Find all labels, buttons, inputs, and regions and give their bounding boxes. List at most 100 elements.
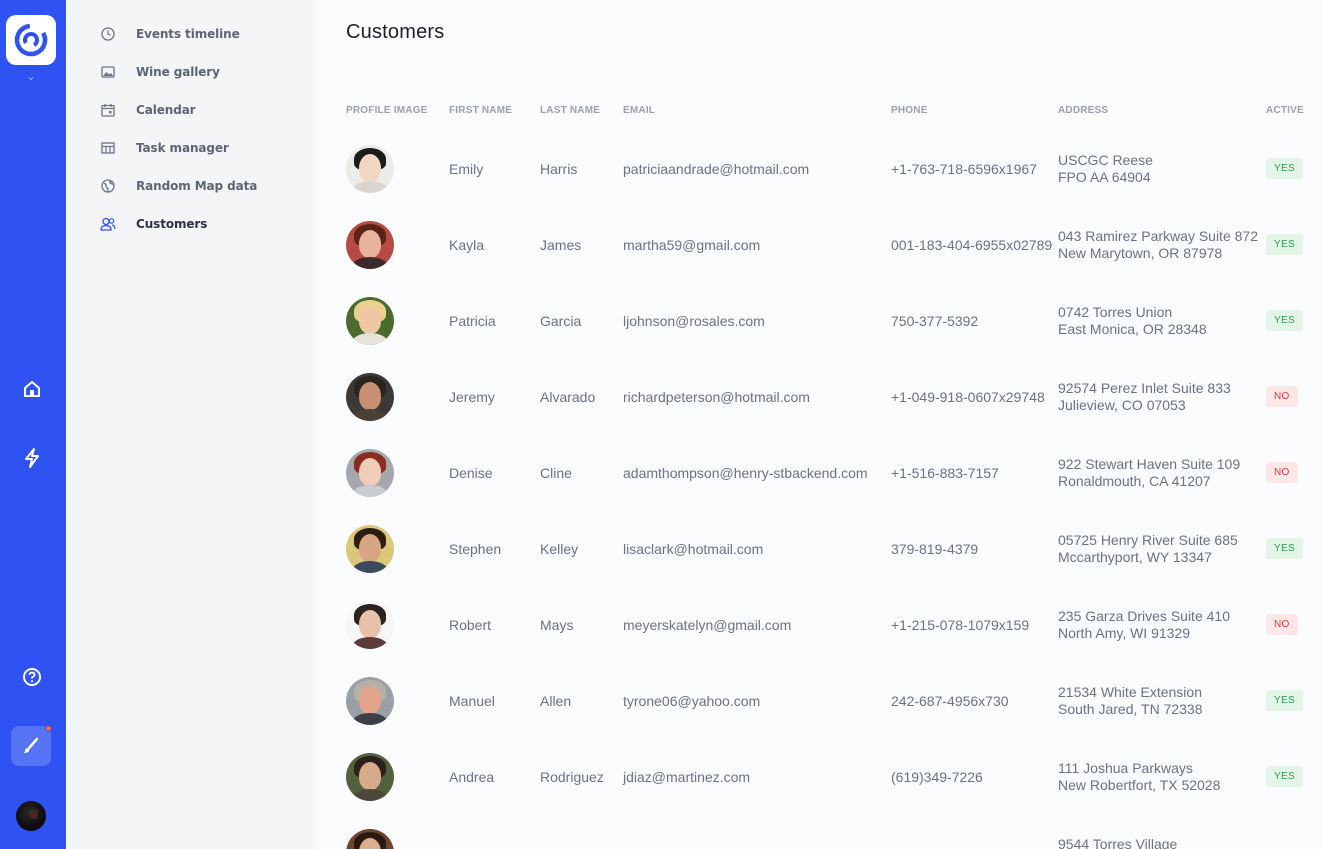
bolt-icon[interactable] — [16, 442, 48, 474]
nav-panel: Events timeline Wine gallery Calendar Ta… — [66, 0, 316, 849]
email-cell: richardpeterson@hotmail.com — [623, 389, 810, 405]
phone-cell: +1-049-918-0607x29748 — [891, 389, 1045, 405]
app-rail: ⌄ — [0, 0, 66, 849]
address-cell: 21534 White Extension South Jared, TN 723… — [1058, 684, 1203, 718]
table-row[interactable]: Patricia Garcia ljohnson@rosales.com 750-37… — [316, 283, 1322, 359]
nav-item-label: Task manager — [136, 141, 229, 155]
address-cell: 0742 Torres Union East Monica, OR 28348 — [1058, 304, 1207, 338]
email-cell: jdiaz@martinez.com — [623, 769, 751, 785]
status-badge: YES — [1266, 690, 1303, 711]
nav-item-random-map-data[interactable]: Random Map data — [100, 175, 257, 197]
address-line-1: 05725 Henry River Suite 685 — [1058, 532, 1238, 548]
profile-image — [346, 677, 394, 725]
email-cell: tyrone06@yahoo.com — [623, 693, 761, 709]
nav-item-events-timeline[interactable]: Events timeline — [100, 23, 240, 45]
address-line-1: 0742 Torres Union — [1058, 304, 1173, 320]
table-row[interactable]: Denise Cline adamthompson@henry-stbackend.… — [316, 435, 1322, 511]
last-name-cell: Harris — [540, 161, 578, 177]
address-line-2: Mccarthyport, WY 13347 — [1058, 549, 1212, 565]
first-name-cell: Denise — [449, 465, 493, 481]
nav-item-wine-gallery[interactable]: Wine gallery — [100, 61, 220, 83]
address-line-2: South Jared, TN 72338 — [1058, 701, 1203, 717]
table-row[interactable]: Stephen Kelley lisaclark@hotmail.com 379-81… — [316, 511, 1322, 587]
address-cell: USCGC Reese FPO AA 64904 — [1058, 152, 1153, 186]
nav-item-label: Calendar — [136, 103, 196, 117]
status-badge: NO — [1266, 614, 1298, 635]
phone-cell: 242-687-4956x730 — [891, 693, 1009, 709]
table-row[interactable]: Jeremy Alvarado richardpeterson@hotmail.co… — [316, 359, 1322, 435]
address-cell: 922 Stewart Haven Suite 109 Ronaldmouth, … — [1058, 456, 1240, 490]
email-cell: martha59@gmail.com — [623, 237, 761, 253]
profile-image — [346, 449, 394, 497]
phone-cell: (619)349-7226 — [891, 769, 983, 785]
chevron-down-icon[interactable]: ⌄ — [24, 70, 38, 84]
column-header-active: ACTIVE — [1266, 105, 1304, 116]
table-row[interactable]: 9544 Torres Village — [316, 815, 1322, 849]
address-line-1: 92574 Perez Inlet Suite 833 — [1058, 380, 1231, 396]
address-line-1: 21534 White Extension — [1058, 684, 1202, 700]
globe-icon — [100, 178, 116, 194]
phone-cell: +1-215-078-1079x159 — [891, 617, 1030, 633]
last-name-cell: James — [540, 237, 582, 253]
profile-image — [346, 753, 394, 801]
last-name-cell: Allen — [540, 693, 572, 709]
help-icon[interactable] — [16, 661, 48, 693]
phone-cell: 379-819-4379 — [891, 541, 979, 557]
first-name-cell: Kayla — [449, 237, 485, 253]
table-row[interactable]: Andrea Rodriguez jdiaz@martinez.com (619)34… — [316, 739, 1322, 815]
first-name-cell: Andrea — [449, 769, 495, 785]
column-header-profile-image: PROFILE IMAGE — [346, 105, 428, 116]
clock-icon — [100, 26, 116, 42]
last-name-cell: Garcia — [540, 313, 582, 329]
status-badge: YES — [1266, 538, 1303, 559]
status-badge: NO — [1266, 462, 1298, 483]
nav-item-task-manager[interactable]: Task manager — [100, 137, 229, 159]
column-header-last-name: LAST NAME — [540, 105, 601, 116]
email-cell: meyerskatelyn@gmail.com — [623, 617, 792, 633]
address-line-1: 235 Garza Drives Suite 410 — [1058, 608, 1230, 624]
phone-cell: 001-183-404-6955x02789 — [891, 237, 1053, 253]
address-line-2: New Marytown, OR 87978 — [1058, 245, 1223, 261]
table-row[interactable]: Robert Mays meyerskatelyn@gmail.com +1-215-… — [316, 587, 1322, 663]
first-name-cell: Stephen — [449, 541, 502, 557]
last-name-cell: Cline — [540, 465, 572, 481]
profile-image — [346, 829, 394, 849]
phone-cell: +1-763-718-6596x1967 — [891, 161, 1037, 177]
profile-image — [346, 373, 394, 421]
first-name-cell: Jeremy — [449, 389, 495, 405]
last-name-cell: Rodriguez — [540, 769, 604, 785]
email-cell: adamthompson@henry-stbackend.com — [623, 465, 868, 481]
address-line-2: FPO AA 64904 — [1058, 169, 1151, 185]
first-name-cell: Robert — [449, 617, 492, 633]
table-row[interactable]: Kayla James martha59@gmail.com 001-183-404-… — [316, 207, 1322, 283]
brush-icon[interactable] — [11, 725, 52, 766]
table-row[interactable]: Emily Harris patriciaandrade@hotmail.com +1… — [316, 131, 1322, 207]
address-line-1: USCGC Reese — [1058, 152, 1153, 168]
address-line-2: Ronaldmouth, CA 41207 — [1058, 473, 1211, 489]
image-icon — [100, 64, 116, 80]
nav-item-label: Random Map data — [136, 179, 258, 193]
column-header-phone: PHONE — [891, 105, 928, 116]
address-cell: 9544 Torres Village — [1058, 836, 1177, 849]
status-badge: NO — [1266, 386, 1298, 407]
nav-item-label: Customers — [136, 217, 208, 231]
nav-item-calendar[interactable]: Calendar — [100, 99, 196, 121]
nav-item-customers[interactable]: Customers — [100, 213, 207, 235]
address-line-2: East Monica, OR 28348 — [1058, 321, 1207, 337]
status-badge: YES — [1266, 766, 1303, 787]
user-avatar[interactable] — [16, 801, 46, 831]
notification-dot — [45, 725, 52, 732]
address-cell: 92574 Perez Inlet Suite 833 Julieview, CO… — [1058, 380, 1231, 414]
column-header-email: EMAIL — [623, 105, 656, 116]
home-icon[interactable] — [16, 373, 48, 405]
address-line-2: Julieview, CO 07053 — [1058, 397, 1186, 413]
address-line-1: 111 Joshua Parkways — [1058, 760, 1193, 776]
first-name-cell: Emily — [449, 161, 484, 177]
table-row[interactable]: Manuel Allen tyrone06@yahoo.com 242-687-495… — [316, 663, 1322, 739]
address-line-1: 922 Stewart Haven Suite 109 — [1058, 456, 1241, 472]
address-line-1: 9544 Torres Village — [1058, 836, 1178, 849]
profile-image — [346, 297, 394, 345]
app-logo-icon[interactable] — [6, 15, 56, 65]
address-line-1: 043 Ramirez Parkway Suite 872 — [1058, 228, 1258, 244]
address-line-2: New Robertfort, TX 52028 — [1058, 777, 1221, 793]
